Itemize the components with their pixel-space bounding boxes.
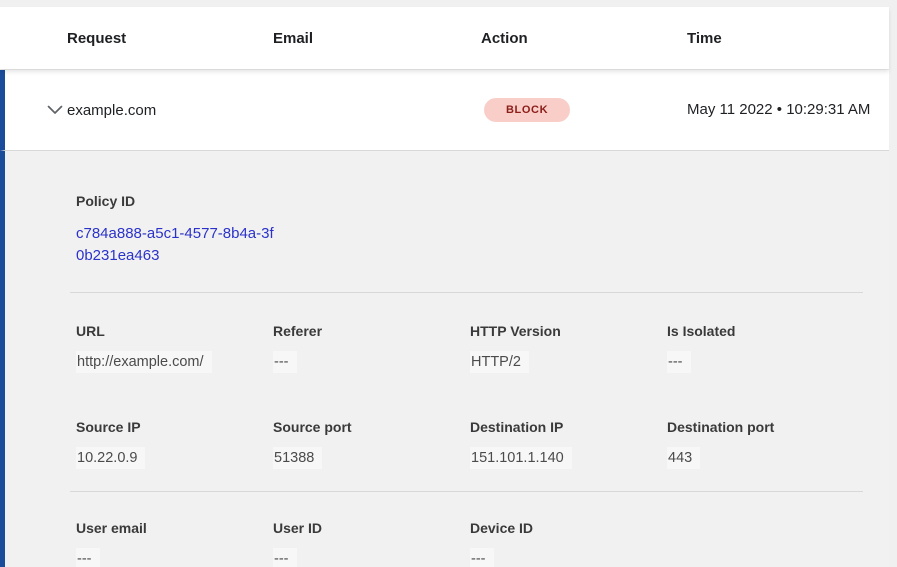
divider [70, 491, 863, 492]
policy-id-label: Policy ID [76, 193, 863, 209]
field-referer: Referer --- [273, 323, 470, 373]
field-source-port: Source port 51388 [273, 419, 470, 469]
log-table-header: Request Email Action Time [0, 7, 889, 69]
request-cell: example.com [67, 102, 273, 119]
table-row[interactable]: example.com BLOCK May 11 2022 • 10:29:31… [0, 70, 889, 151]
details-row-3: User email --- User ID --- Device ID --- [76, 520, 863, 567]
chevron-down-icon[interactable] [47, 105, 63, 115]
details-row-2: Source IP 10.22.0.9 Source port 51388 De… [76, 419, 863, 469]
field-is-isolated: Is Isolated --- [667, 323, 864, 373]
column-header-time: Time [687, 30, 889, 47]
details-row-1: URL http://example.com/ Referer --- HTTP… [76, 323, 863, 373]
field-destination-port: Destination port 443 [667, 419, 864, 469]
field-source-ip: Source IP 10.22.0.9 [76, 419, 273, 469]
field-device-id: Device ID --- [470, 520, 667, 567]
field-url: URL http://example.com/ [76, 323, 273, 373]
field-http-version: HTTP Version HTTP/2 [470, 323, 667, 373]
field-destination-ip: Destination IP 151.101.1.140 [470, 419, 667, 469]
column-header-action: Action [481, 30, 687, 47]
field-user-email: User email --- [76, 520, 273, 567]
field-user-id: User ID --- [273, 520, 470, 567]
column-header-request: Request [67, 30, 273, 47]
policy-field: Policy ID c784a888-a5c1-4577-8b4a-3f0b23… [76, 193, 863, 267]
time-cell: May 11 2022 • 10:29:31 AM [687, 98, 889, 122]
column-header-email: Email [273, 30, 481, 47]
action-cell: BLOCK [481, 98, 687, 122]
status-badge: BLOCK [484, 98, 570, 122]
divider [70, 292, 863, 293]
policy-id-link[interactable]: c784a888-a5c1-4577-8b4a-3f0b231ea463 [76, 223, 281, 267]
row-details-panel: Policy ID c784a888-a5c1-4577-8b4a-3f0b23… [0, 151, 889, 567]
